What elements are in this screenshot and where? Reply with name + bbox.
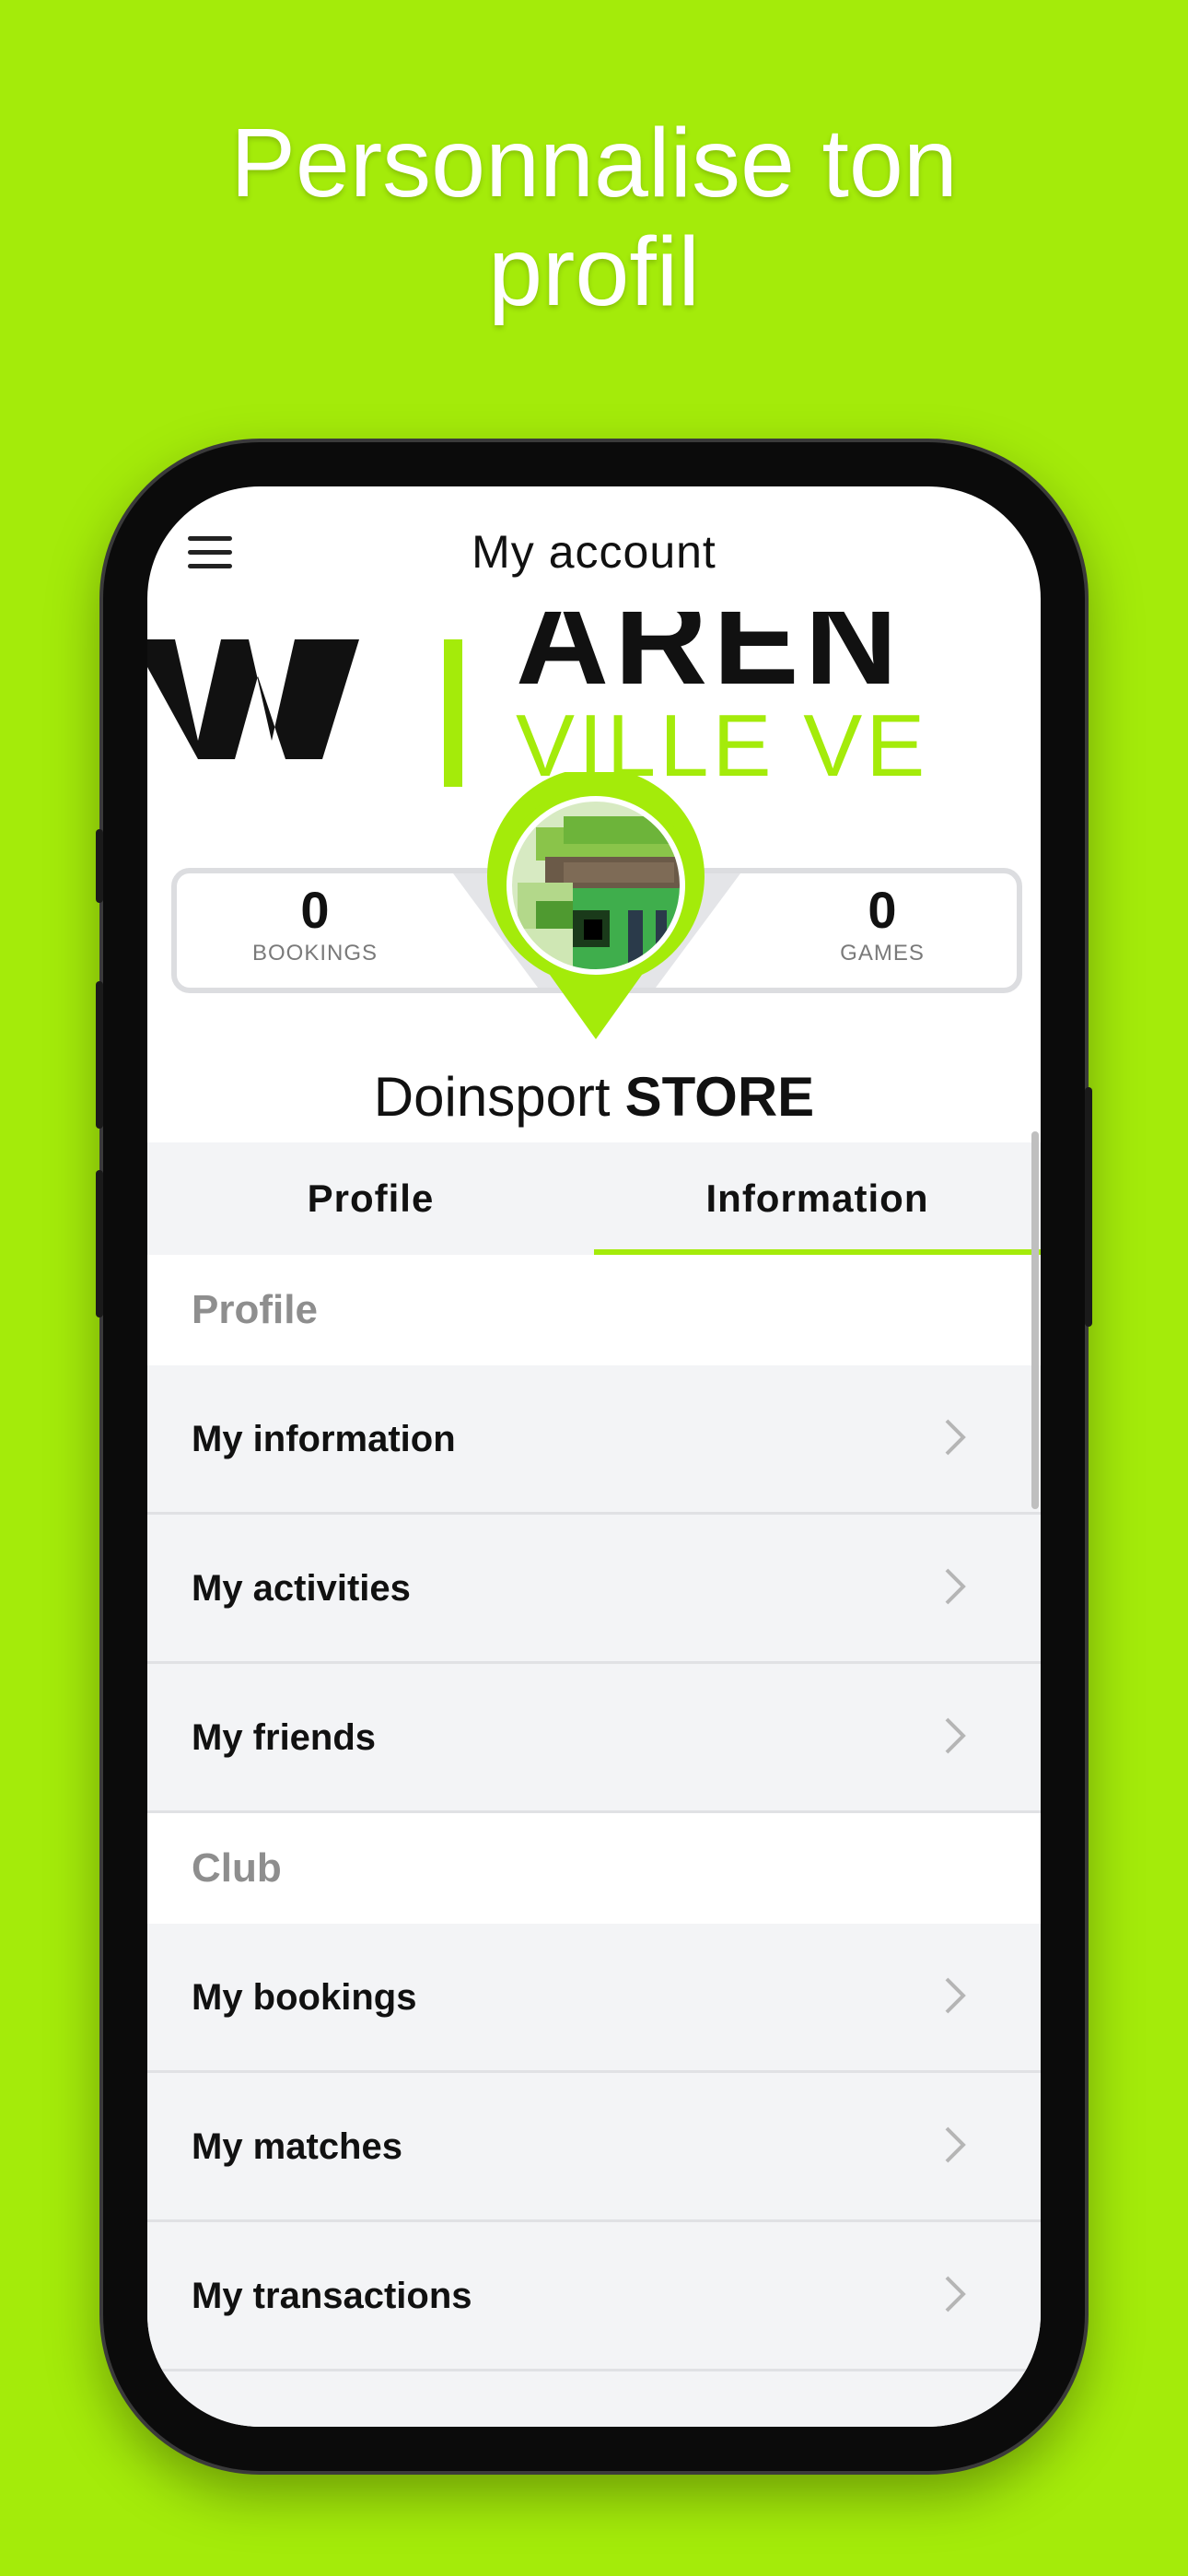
list-item-label: My information [192,1419,456,1459]
promo-headline: Personnalise ton profil [0,109,1188,326]
list-item-my-transactions[interactable]: My transactions [147,2222,1041,2371]
list-item-label: My transactions [192,2276,472,2316]
user-first-name: Doinsport [373,1066,611,1128]
list-item-label: My friends [192,1717,377,1758]
avatar[interactable] [481,767,711,1048]
club-banner: AREN VILLE VE [147,612,1041,787]
app-screen: My account AREN VILLE VE 0 BOOKINGS 0 GA… [147,486,1041,2427]
tab-information[interactable]: Information [594,1142,1041,1255]
list-item-my-friends[interactable]: My friends [147,1664,1041,1813]
list-item-next[interactable] [147,2371,1041,2427]
chevron-right-icon [945,1568,966,1605]
bookings-stat[interactable]: 0 BOOKINGS [214,881,416,967]
promo-line-1: Personnalise ton [230,109,958,217]
chevron-right-icon [945,2276,966,2313]
games-stat[interactable]: 0 GAMES [781,881,984,967]
account-tabs: Profile Information [147,1142,1041,1255]
chevron-right-icon [945,2126,966,2163]
section-header-club: Club [147,1813,1041,1924]
list-item-my-activities[interactable]: My activities [147,1515,1041,1664]
phone-power-button [1085,1087,1092,1327]
promo-line-2: profil [488,217,700,326]
phone-volume-down [96,1170,103,1317]
app-bar: My account [147,486,1041,612]
chevron-right-icon [945,1717,966,1754]
phone-volume-up [96,981,103,1129]
club-logo-banner: AREN VILLE VE [147,612,925,787]
list-item-my-information[interactable]: My information [147,1365,1041,1515]
user-name: Doinsport STORE [147,1065,1041,1129]
list-item-my-matches[interactable]: My matches [147,2073,1041,2222]
avatar-image [487,767,705,1039]
list-item-label: My matches [192,2126,402,2167]
user-last-name: STORE [624,1066,815,1128]
bookings-count: 0 [300,881,330,939]
list-item-label: My bookings [192,1977,417,2018]
tab-profile[interactable]: Profile [147,1142,594,1255]
phone-frame: My account AREN VILLE VE 0 BOOKINGS 0 GA… [96,442,1092,2471]
games-label: GAMES [840,941,925,966]
chevron-right-icon [945,1419,966,1456]
list-item-my-bookings[interactable]: My bookings [147,1924,1041,2073]
bookings-label: BOOKINGS [251,941,379,966]
list-item-label: My activities [192,1568,411,1609]
chevron-right-icon [945,1977,966,2014]
page-title: My account [472,526,716,578]
games-count: 0 [868,881,897,939]
phone-mute-switch [96,829,103,903]
scrollbar[interactable] [1031,1131,1039,1509]
section-header-profile: Profile [147,1255,1041,1365]
